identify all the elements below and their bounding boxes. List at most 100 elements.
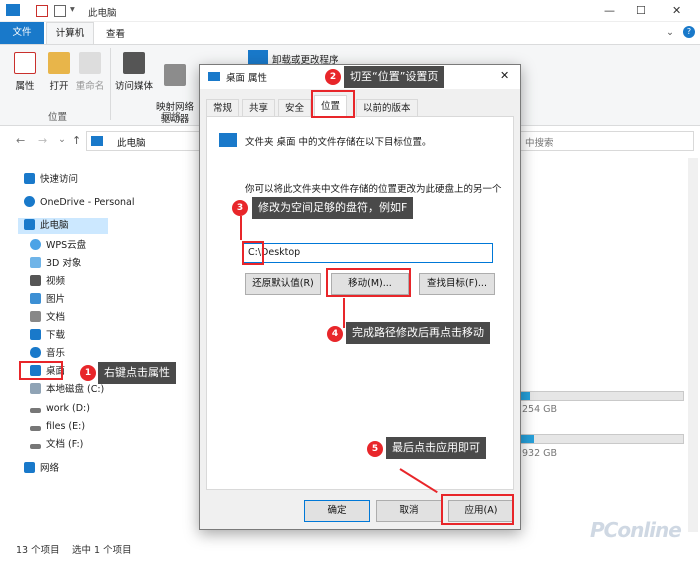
drive-d-icon — [30, 408, 41, 413]
highlight-drive-letter — [242, 241, 264, 265]
item-count: 13 个项目 — [16, 545, 60, 556]
drive-f-icon — [30, 444, 41, 449]
nav-item-3d[interactable]: 3D 对象 — [30, 256, 81, 272]
close-button[interactable]: ✕ — [672, 4, 681, 17]
drive-d-capacity-bar — [516, 391, 684, 401]
ok-button[interactable]: 确定 — [304, 500, 370, 522]
tab-view[interactable]: 查看 — [106, 26, 125, 40]
nav-item-music[interactable]: 音乐 — [30, 346, 65, 362]
rename-button[interactable]: 重命名 — [74, 52, 106, 92]
drive-c-icon — [30, 383, 41, 394]
tab-security[interactable]: 安全 — [278, 99, 312, 117]
location-description: 你可以将此文件夹中文件存储的位置更改为此硬盘上的另一个 — [245, 184, 502, 195]
step-4-callout: 完成路径修改后再点击移动 — [346, 322, 490, 344]
highlight-desktop — [19, 361, 63, 380]
nav-item-drive-d[interactable]: work (D:) — [30, 401, 90, 417]
watermark-logo: PConline — [590, 518, 682, 542]
desktop-large-icon — [219, 133, 237, 147]
maximize-button[interactable]: ☐ — [636, 4, 646, 17]
nav-item-drive-c[interactable]: 本地磁盘 (C:) — [30, 382, 104, 398]
document-icon — [30, 311, 41, 322]
picture-icon — [30, 293, 41, 304]
address-path: 此电脑 — [117, 138, 146, 149]
open-button[interactable]: 打开 — [44, 52, 74, 92]
nav-item-drive-e[interactable]: files (E:) — [30, 419, 85, 435]
properties-button[interactable]: 属性 — [8, 52, 42, 92]
search-input[interactable]: 中搜索 — [514, 131, 694, 151]
media-icon — [123, 52, 145, 74]
properties-quick-icon[interactable] — [36, 5, 48, 17]
desktop-icon — [208, 72, 220, 81]
step-2-callout: 切至“位置”设置页 — [344, 66, 445, 88]
quick-access-dropdown-icon[interactable]: ▾ — [70, 4, 75, 15]
window-titlebar: ▾ 此电脑 — ☐ ✕ — [0, 0, 700, 22]
cancel-button[interactable]: 取消 — [376, 500, 442, 522]
nav-item-wps[interactable]: WPS云盘 — [30, 238, 86, 254]
step-3-badge: 3 — [232, 200, 248, 216]
location-tab-panel: 文件夹 桌面 中的文件存储在以下目标位置。 你可以将此文件夹中文件存储的位置更改… — [206, 116, 514, 490]
search-placeholder: 中搜索 — [525, 138, 554, 149]
music-note-icon — [30, 347, 41, 358]
ribbon-divider — [110, 48, 111, 120]
drive-d-size: 254 GB — [522, 404, 558, 415]
step-1-callout: 右键点击属性 — [98, 362, 176, 384]
highlight-move-button — [326, 268, 411, 297]
folder-open-icon — [48, 52, 70, 74]
tab-previous-versions[interactable]: 以前的版本 — [356, 99, 418, 117]
step-3-callout: 修改为空间足够的盘符，例如F — [252, 197, 414, 219]
forward-arrow-icon[interactable]: → — [38, 134, 47, 147]
step-5-badge: 5 — [367, 441, 383, 457]
recent-dropdown-icon[interactable]: ⌄ — [58, 134, 66, 145]
cloud-icon — [24, 196, 35, 207]
nav-item-onedrive[interactable]: OneDrive - Personal — [24, 195, 135, 211]
location-path-input[interactable]: C:\Desktop — [243, 243, 493, 263]
nav-item-downloads[interactable]: 下载 — [30, 328, 65, 344]
highlight-location-tab — [311, 90, 355, 118]
nav-item-network[interactable]: 网络 — [24, 461, 59, 477]
network-icon — [24, 462, 35, 473]
up-arrow-icon[interactable]: ↑ — [72, 134, 81, 147]
back-arrow-icon[interactable]: ← — [16, 134, 25, 147]
drive-e-icon — [30, 426, 41, 431]
step-4-arrow — [343, 298, 345, 328]
properties-dialog: 桌面 属性 ✕ 常规 共享 安全 文件夹 桌面 中的文件存储在以下目标位置。 你… — [199, 64, 521, 530]
nav-item-this-pc[interactable]: 此电脑 — [24, 218, 69, 234]
tab-general[interactable]: 常规 — [206, 99, 240, 117]
minimize-button[interactable]: — — [604, 4, 615, 17]
find-target-button[interactable]: 查找目标(F)... — [419, 273, 495, 295]
nav-item-videos[interactable]: 视频 — [30, 274, 65, 290]
drive-e-capacity-bar — [516, 434, 684, 444]
video-icon — [30, 275, 41, 286]
step-1-badge: 1 — [80, 365, 96, 381]
tab-file[interactable]: 文件 — [0, 22, 44, 44]
rename-icon — [79, 52, 101, 74]
step-5-callout: 最后点击应用即可 — [386, 437, 486, 459]
selected-count: 选中 1 个项目 — [72, 545, 132, 556]
tab-share[interactable]: 共享 — [242, 99, 276, 117]
vertical-scrollbar[interactable] — [688, 158, 698, 532]
wps-cloud-icon — [30, 239, 41, 250]
access-media-button[interactable]: 访问媒体 — [114, 52, 154, 92]
restore-default-button[interactable]: 还原默认值(R) — [245, 273, 321, 295]
window-title: 此电脑 — [88, 8, 117, 19]
nav-item-documents[interactable]: 文档 — [30, 310, 65, 326]
step-2-badge: 2 — [325, 69, 341, 85]
step-3-arrow — [240, 216, 242, 240]
drive-e-size: 932 GB — [522, 448, 558, 459]
ribbon-collapse-icon[interactable]: ⌄ — [666, 27, 674, 38]
nav-item-drive-f[interactable]: 文档 (F:) — [30, 437, 83, 453]
dialog-title: 桌面 属性 — [226, 73, 268, 84]
this-pc-small-icon — [91, 136, 103, 146]
computer-icon — [24, 219, 35, 230]
new-folder-quick-icon[interactable] — [54, 5, 66, 17]
nav-item-pictures[interactable]: 图片 — [30, 292, 65, 308]
this-pc-icon — [6, 4, 20, 16]
nav-item-quick-access[interactable]: 快速访问 — [24, 172, 78, 188]
dialog-close-button[interactable]: ✕ — [500, 69, 509, 82]
step-4-badge: 4 — [327, 326, 343, 342]
help-icon[interactable]: ? — [683, 26, 695, 38]
tab-computer[interactable]: 计算机 — [46, 22, 94, 44]
properties-icon — [14, 52, 36, 74]
cube-icon — [30, 257, 41, 268]
download-arrow-icon — [30, 329, 41, 340]
